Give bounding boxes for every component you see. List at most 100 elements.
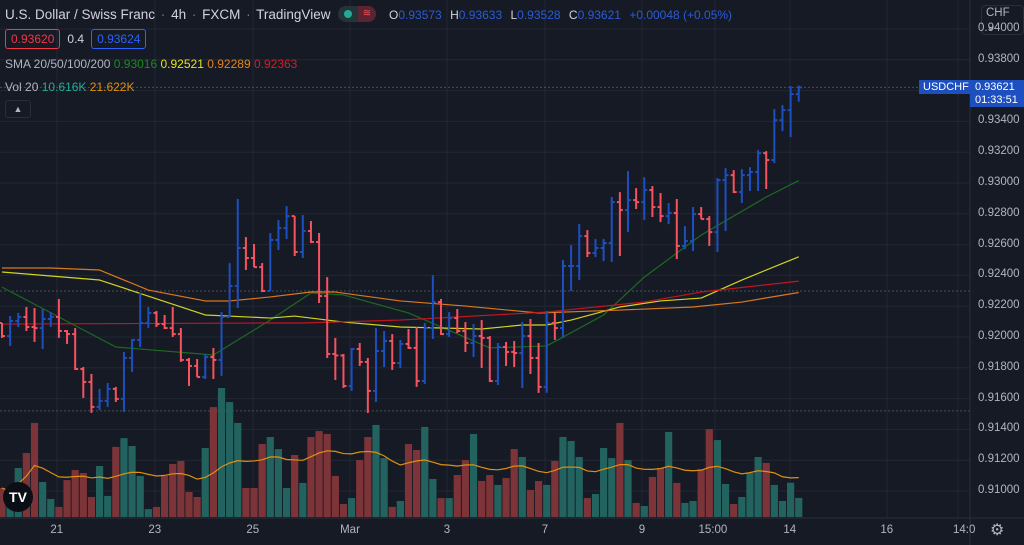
time-tick-label: 21 (50, 524, 64, 536)
collapse-legend-button[interactable]: ▲ (5, 100, 31, 118)
trade-buttons: 0.93620 0.4 0.93624 (5, 29, 147, 49)
ohlc-bar (202, 353, 209, 380)
price-change: +0.00048 (+0.05%) (629, 8, 733, 22)
price-tick-label: 0.93800 (978, 52, 1020, 65)
ohlc-bar (494, 343, 501, 386)
symbol-title: U.S. Dollar / Swiss Franc (5, 7, 156, 22)
time-tick-label: Mar (340, 524, 360, 536)
ohlc-bar (673, 199, 680, 260)
bar-countdown: 01:33:51 (975, 94, 1018, 106)
ohlc-bar (80, 367, 87, 398)
volume-bar (169, 464, 177, 517)
ohlc-bar (381, 330, 388, 368)
ohlc-bar (218, 312, 225, 376)
volume-bar (274, 449, 283, 517)
ohlc-bar (592, 239, 599, 258)
sma-lines (1, 180, 800, 356)
ohlc-bar (324, 277, 331, 358)
volume-bar (388, 506, 396, 517)
ohlc-bar (649, 186, 656, 218)
volume-bar (79, 473, 87, 517)
buy-button[interactable]: 0.93624 (91, 29, 147, 49)
ohlc-bar (129, 338, 136, 372)
volume-bars (0, 387, 803, 517)
price-tick-label: 0.91200 (978, 453, 1020, 466)
volume-bar (331, 475, 339, 517)
ohlc-bar (779, 105, 786, 132)
volume-bar (559, 437, 567, 517)
ohlc-bar (738, 169, 745, 204)
volume-bar (543, 484, 551, 517)
volume-bar (502, 478, 510, 517)
time-tick-label: 14 (783, 524, 797, 536)
volume-bar (673, 482, 681, 517)
volume-bar (437, 498, 445, 517)
volume-bar (632, 502, 640, 517)
volume-bar (640, 506, 648, 517)
ohlc-bar (7, 316, 14, 346)
symbol-legend[interactable]: U.S. Dollar / Swiss Franc · 4h · FXCM · … (5, 7, 330, 22)
ohlc-bar (88, 373, 95, 413)
gear-icon[interactable]: ⚙ (990, 520, 1004, 540)
ohlc-bar (608, 197, 615, 263)
volume-bar (299, 482, 307, 517)
price-chart[interactable] (0, 0, 1024, 545)
ohlc-bar (755, 150, 762, 192)
ohlc-bar (104, 383, 111, 407)
data-source: TradingView (256, 7, 331, 22)
ohlc-bar (0, 321, 5, 338)
volume-legend[interactable]: Vol 20 10.616K 21.622K (5, 80, 135, 94)
time-tick-label: 16 (880, 524, 894, 536)
volume-bar (95, 466, 104, 517)
ohlc-bar (584, 230, 591, 258)
sma50-value: 0.92521 (160, 57, 204, 71)
volume-bar (600, 447, 608, 517)
volume-bar (152, 506, 161, 517)
ohlc-bar (348, 347, 355, 391)
ohlc-bar (454, 308, 461, 333)
volume-value: 10.616K (41, 80, 87, 94)
ohlc-bar (332, 337, 339, 380)
volume-bar (478, 480, 486, 517)
market-status-toggle[interactable]: ≋ (338, 6, 376, 22)
sma-legend[interactable]: SMA 20/50/100/200 0.93016 0.92521 0.9228… (5, 57, 297, 71)
volume-bar (104, 495, 112, 517)
sma100-value: 0.92289 (207, 57, 251, 71)
price-tick-label: 0.92200 (978, 299, 1020, 312)
ohlc-bar (551, 312, 558, 340)
ohlc-bar (275, 220, 282, 250)
volume-bar (372, 424, 380, 517)
volume-bar (291, 455, 299, 517)
price-tick-label: 0.92800 (978, 206, 1020, 219)
sell-button[interactable]: 0.93620 (5, 29, 61, 49)
ohlc-bar (771, 109, 778, 164)
volume-bar (380, 458, 388, 517)
ohlc-bar (389, 334, 396, 370)
ohlc-bar (39, 308, 46, 350)
volume-bar (323, 433, 331, 517)
volume-bar (665, 431, 673, 517)
volume-bar (307, 437, 315, 517)
volume-bar (201, 447, 209, 517)
ohlc-bar (730, 170, 737, 194)
ohlc-bar (112, 386, 119, 402)
tradingview-logo[interactable]: TV (3, 482, 33, 512)
ohlc-bar (210, 347, 217, 380)
ohlc-bar (625, 171, 632, 233)
volume-bar (339, 504, 348, 517)
chevron-up-icon: ▲ (13, 104, 23, 114)
volume-bar (721, 484, 730, 517)
ohlc-bar (511, 341, 518, 368)
volume-bar (161, 475, 169, 517)
volume-bar (234, 422, 242, 517)
time-tick-label: 23 (148, 524, 162, 536)
ohlc-bar (340, 353, 347, 388)
volume-bar (217, 387, 226, 517)
ohlc-bar (795, 85, 802, 102)
ohlc-bar (251, 243, 258, 269)
ohlc-values: O0.93573 H0.93633 L0.93528 C0.93621 +0.0… (389, 8, 733, 22)
time-tick-label: 9 (638, 524, 646, 536)
volume-bar (453, 475, 461, 517)
interval: 4h (171, 7, 187, 22)
volume-bar (486, 475, 494, 517)
